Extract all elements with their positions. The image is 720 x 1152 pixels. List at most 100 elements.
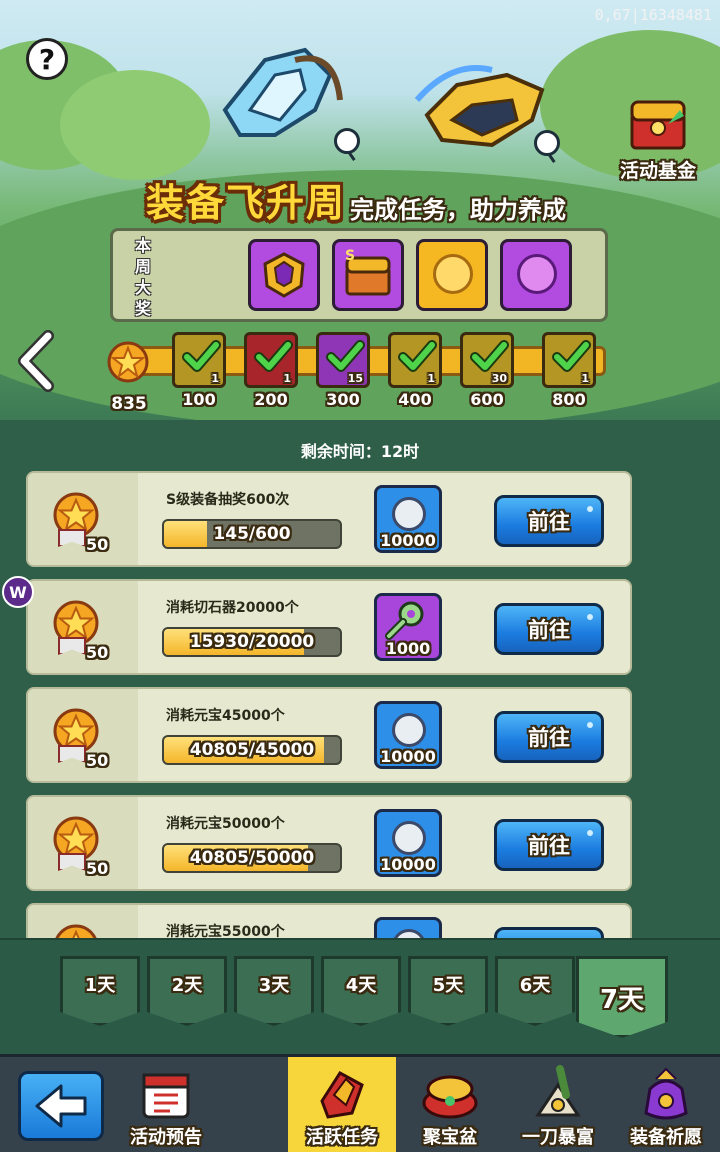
task-star-reward: 50 xyxy=(86,643,109,662)
task-row: 50 消耗切石器20000个 15930/20000 1000 前往 xyxy=(26,579,632,675)
task-title: S级装备抽奖600次 xyxy=(166,492,290,508)
task-reward-item[interactable]: 10000 xyxy=(374,485,442,553)
coin-icon xyxy=(392,497,426,531)
task-list[interactable]: 50 S级装备抽奖600次 145/600 10000 前往 50 消耗切石器20000个 1… xyxy=(0,468,720,938)
milestone-qty: 1 xyxy=(427,372,435,385)
go-button[interactable] xyxy=(494,927,604,938)
milestone-qty: 1 xyxy=(283,372,291,385)
weekly-prize-label: 本周大奖 xyxy=(134,236,151,318)
tree-decoration xyxy=(60,70,210,180)
svg-text:S: S xyxy=(345,248,355,264)
checkmark-icon xyxy=(326,340,365,372)
day-tab-label: 4天 xyxy=(345,975,377,996)
checkmark-icon xyxy=(398,340,437,372)
day-tab-label: 7天 xyxy=(599,985,645,1015)
weekly-prize-panel: 本周大奖 S xyxy=(110,228,608,322)
task-progress-text: 40805/50000 xyxy=(189,848,315,868)
task-reward-item[interactable] xyxy=(374,917,442,938)
prize-item-purple-emblem[interactable] xyxy=(500,239,572,311)
gold-emblem-icon xyxy=(433,254,473,294)
star-total-value: 835 xyxy=(111,394,147,414)
task-row: 50 消耗元宝45000个 40805/45000 10000 前往 xyxy=(26,687,632,783)
milestone-label: 100 xyxy=(182,390,216,409)
nav-item[interactable]: 活跃任务 xyxy=(288,1057,396,1152)
star-icon xyxy=(55,924,97,938)
checkmark-icon xyxy=(182,340,221,372)
go-button[interactable]: 前往 xyxy=(494,711,604,763)
milestone-reward[interactable]: 15 xyxy=(316,332,370,388)
task-progress-text: 40805/45000 xyxy=(189,740,315,760)
task-row: 消耗元宝55000个 xyxy=(26,903,632,938)
nav-item[interactable]: 一刀暴富 xyxy=(504,1057,612,1152)
nav-item[interactable]: 聚宝盆 xyxy=(396,1057,504,1152)
day-tab[interactable]: 4天 xyxy=(321,956,401,1026)
day-tab[interactable]: 6天 xyxy=(495,956,575,1026)
milestone-qty: 1 xyxy=(211,372,219,385)
day-tab[interactable]: 3天 xyxy=(234,956,314,1026)
event-banner: 0,67|16348481 ? 活动基金 装备飞升周 完成任务，助力养成 本周大… xyxy=(0,0,720,420)
arrow-left-icon xyxy=(35,1084,87,1128)
magnify-icon[interactable] xyxy=(534,130,560,156)
treasure-chest-icon xyxy=(630,100,686,150)
task-progress-text: 15930/20000 xyxy=(189,632,315,652)
go-button[interactable]: 前往 xyxy=(494,819,604,871)
nav-item[interactable]: 装备祈愿 xyxy=(612,1057,720,1152)
activity-fund-button[interactable]: 活动基金 xyxy=(608,94,708,183)
treasure-chest-icon: S xyxy=(345,248,391,296)
calendar-icon xyxy=(142,1073,190,1119)
chevron-left-icon[interactable] xyxy=(14,330,58,392)
nav-label: 活动预告 xyxy=(130,1127,202,1148)
day-tab-label: 1天 xyxy=(84,975,116,996)
milestone-label: 400 xyxy=(398,390,432,409)
day-tab-label: 5天 xyxy=(432,975,464,996)
checkmark-icon xyxy=(254,340,293,372)
side-floating-badge[interactable]: W xyxy=(2,576,34,608)
prize-item-chest[interactable]: S xyxy=(332,239,404,311)
milestone-qty: 30 xyxy=(491,372,507,385)
milestone-label: 800 xyxy=(552,390,586,409)
task-reward-item[interactable]: 1000 xyxy=(374,593,442,661)
magnify-icon[interactable] xyxy=(334,128,360,154)
task-star-reward: 50 xyxy=(86,751,109,770)
task-title: 消耗元宝45000个 xyxy=(166,708,285,724)
day-tab[interactable]: 1天 xyxy=(60,956,140,1026)
ice-weapon-icon[interactable] xyxy=(205,40,345,150)
milestone-reward[interactable]: 1 xyxy=(388,332,442,388)
help-button[interactable]: ? xyxy=(26,38,68,80)
prize-item-gold-emblem[interactable] xyxy=(416,239,488,311)
go-button[interactable]: 前往 xyxy=(494,603,604,655)
remaining-time: 剩余时间：12时 xyxy=(300,442,420,461)
day-tab-label: 2天 xyxy=(171,975,203,996)
checkmark-icon xyxy=(470,340,509,372)
task-reward-item[interactable]: 10000 xyxy=(374,809,442,877)
task-reward-qty: 10000 xyxy=(380,855,436,874)
nav-label: 一刀暴富 xyxy=(522,1127,594,1148)
milestone-label: 600 xyxy=(470,390,504,409)
day-tab[interactable]: 2天 xyxy=(147,956,227,1026)
milestone-reward[interactable]: 30 xyxy=(460,332,514,388)
activity-fund-label: 活动基金 xyxy=(619,160,696,182)
milestone-reward[interactable]: 1 xyxy=(172,332,226,388)
milestone-label: 300 xyxy=(326,390,360,409)
go-button[interactable]: 前往 xyxy=(494,495,604,547)
prize-item-armor[interactable] xyxy=(248,239,320,311)
nav-label: 活跃任务 xyxy=(306,1127,378,1148)
lucky-strike-icon xyxy=(535,1065,581,1117)
task-reward-qty: 10000 xyxy=(380,531,436,550)
task-star-reward: 50 xyxy=(86,859,109,878)
tasks-icon xyxy=(320,1071,364,1119)
task-reward-item[interactable]: 10000 xyxy=(374,701,442,769)
day-tab[interactable]: 7天 xyxy=(576,956,668,1038)
nav-item[interactable]: 活动预告 xyxy=(112,1057,220,1152)
coin-icon xyxy=(392,821,426,855)
task-progress-bar: 145/600 xyxy=(162,519,342,549)
event-subtitle: 完成任务，助力养成 xyxy=(350,196,566,224)
milestone-reward[interactable]: 1 xyxy=(244,332,298,388)
milestone-label: 200 xyxy=(254,390,288,409)
gold-weapon-icon[interactable] xyxy=(412,60,552,160)
checkmark-icon xyxy=(552,340,591,372)
task-star-reward: 50 xyxy=(86,535,109,554)
back-button[interactable] xyxy=(18,1071,104,1141)
day-tab[interactable]: 5天 xyxy=(408,956,488,1026)
milestone-reward[interactable]: 1 xyxy=(542,332,596,388)
